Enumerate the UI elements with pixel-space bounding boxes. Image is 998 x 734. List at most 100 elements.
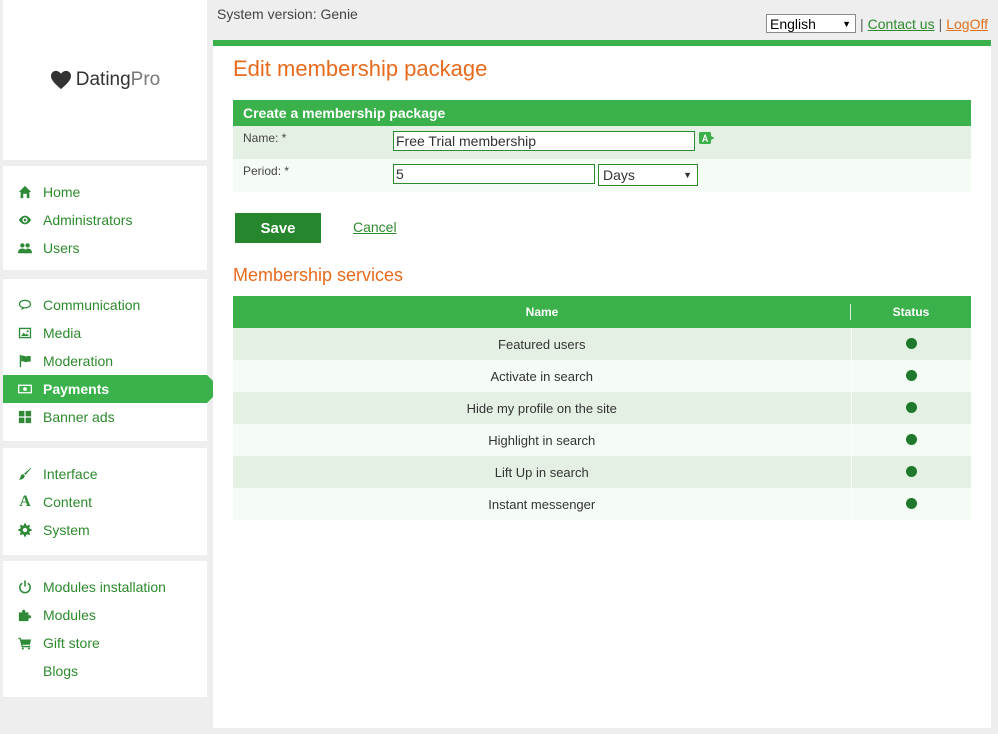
caret-down-icon: ▼ <box>842 18 851 29</box>
service-status <box>851 328 971 360</box>
service-name: Hide my profile on the site <box>233 392 852 424</box>
puzzle-icon <box>17 607 33 623</box>
save-button[interactable]: Save <box>235 213 321 243</box>
status-active-icon[interactable] <box>905 465 917 477</box>
service-status <box>851 392 971 424</box>
grid-icon <box>17 409 33 425</box>
logo-text-dating: Dating <box>75 69 131 90</box>
sidebar-item-label: Banner ads <box>43 409 115 425</box>
sidebar-item-label: Interface <box>43 466 98 482</box>
table-row: Activate in search <box>233 360 971 392</box>
status-active-icon[interactable] <box>905 433 917 445</box>
font-icon: A <box>19 493 31 510</box>
period-label: Period: * <box>243 164 290 178</box>
power-icon <box>17 579 33 595</box>
separator: | <box>860 15 864 32</box>
gear-icon <box>17 522 33 538</box>
logo[interactable]: Dating Pro <box>50 69 161 91</box>
users-icon <box>17 240 33 256</box>
column-header-status[interactable]: Status <box>851 296 971 328</box>
period-unit-select[interactable]: Days ▼ <box>598 164 698 186</box>
sidebar-item-modules-installation[interactable]: Modules installation <box>3 573 207 601</box>
nav-group-settings: Interface A Content System <box>3 448 207 555</box>
logoff-link[interactable]: LogOff <box>946 16 988 32</box>
separator: | <box>938 15 943 32</box>
page-title: Edit membership package <box>233 56 488 81</box>
services-title: Membership services <box>233 265 404 285</box>
nav-group-extensions: Modules installation Modules Gift store … <box>3 561 207 697</box>
translate-icon[interactable] <box>699 131 715 147</box>
sidebar-item-label: Blogs <box>43 663 79 679</box>
money-icon <box>17 381 33 397</box>
system-version: System version: Genie <box>217 6 358 22</box>
sidebar-item-payments[interactable]: Payments <box>3 375 221 403</box>
sidebar-item-blogs[interactable]: Blogs <box>3 657 207 685</box>
status-active-icon[interactable] <box>905 337 917 349</box>
table-row: Highlight in search <box>233 424 971 456</box>
name-input[interactable]: Free Trial membership <box>393 131 695 151</box>
chat-icon <box>17 297 33 313</box>
sidebar-item-label: Moderation <box>43 353 114 369</box>
sidebar-item-label: System <box>43 522 90 538</box>
service-name: Activate in search <box>233 360 852 392</box>
service-status <box>851 488 971 520</box>
sidebar-item-media[interactable]: Media <box>3 319 207 347</box>
sidebar-item-system[interactable]: System <box>3 516 207 544</box>
language-select[interactable]: English ▼ <box>766 14 856 33</box>
sidebar-item-label: Communication <box>43 297 141 313</box>
flag-icon <box>17 353 33 369</box>
cancel-link[interactable]: Cancel <box>353 219 397 235</box>
logo-text-pro: Pro <box>130 69 161 90</box>
sidebar-item-administrators[interactable]: Administrators <box>3 206 207 234</box>
caret-down-icon: ▼ <box>683 170 692 180</box>
sidebar-item-label: Users <box>43 240 80 256</box>
sidebar-item-label: Modules <box>43 607 96 623</box>
sidebar-item-moderation[interactable]: Moderation <box>3 347 207 375</box>
form-row-name: Name: * Free Trial membership <box>233 126 971 159</box>
table-row: Lift Up in search <box>233 456 971 488</box>
service-status <box>851 424 971 456</box>
nav-group-main: Home Administrators Users <box>3 166 207 270</box>
sidebar-item-home[interactable]: Home <box>3 178 207 206</box>
sidebar-item-label: Gift store <box>43 635 100 651</box>
table-row: Hide my profile on the site <box>233 392 971 424</box>
services-table: Name Status Featured users Activate in s… <box>233 296 971 520</box>
sidebar-item-modules[interactable]: Modules <box>3 601 207 629</box>
image-icon <box>17 325 33 341</box>
table-row: Featured users <box>233 328 971 360</box>
brush-icon <box>17 466 33 482</box>
table-header-row: Name Status <box>233 296 971 328</box>
sidebar: Dating Pro Home Administrators Users Comm… <box>0 0 221 734</box>
status-active-icon[interactable] <box>905 369 917 381</box>
service-status <box>851 360 971 392</box>
sidebar-item-banner-ads[interactable]: Banner ads <box>3 403 207 431</box>
logo-box: Dating Pro <box>3 0 207 160</box>
table-row: Instant messenger <box>233 488 971 520</box>
main-panel: Edit membership package Create a members… <box>213 40 991 728</box>
service-name: Featured users <box>233 328 852 360</box>
form-header: Create a membership package <box>233 100 971 126</box>
service-name: Highlight in search <box>233 424 852 456</box>
sidebar-item-label: Media <box>43 325 82 341</box>
service-status <box>851 456 971 488</box>
language-value: English <box>770 15 816 32</box>
status-active-icon[interactable] <box>905 497 917 509</box>
status-active-icon[interactable] <box>905 401 917 413</box>
name-label: Name: * <box>243 131 287 145</box>
sidebar-item-label: Home <box>43 184 81 200</box>
contact-us-link[interactable]: Contact us <box>868 16 935 32</box>
sidebar-item-label: Administrators <box>43 212 133 228</box>
sidebar-item-label: Payments <box>43 381 110 397</box>
sidebar-item-communication[interactable]: Communication <box>3 291 207 319</box>
sidebar-item-content[interactable]: A Content <box>3 488 207 516</box>
sidebar-item-gift-store[interactable]: Gift store <box>3 629 207 657</box>
heart-icon <box>50 70 71 90</box>
cart-icon <box>17 635 33 651</box>
column-header-name[interactable]: Name <box>233 296 851 328</box>
period-unit-value: Days <box>603 167 635 183</box>
service-name: Instant messenger <box>233 488 852 520</box>
sidebar-item-interface[interactable]: Interface <box>3 460 207 488</box>
period-input[interactable]: 5 <box>393 164 595 184</box>
sidebar-item-users[interactable]: Users <box>3 234 207 262</box>
nav-group-operations: Communication Media Moderation Payments … <box>3 279 221 441</box>
